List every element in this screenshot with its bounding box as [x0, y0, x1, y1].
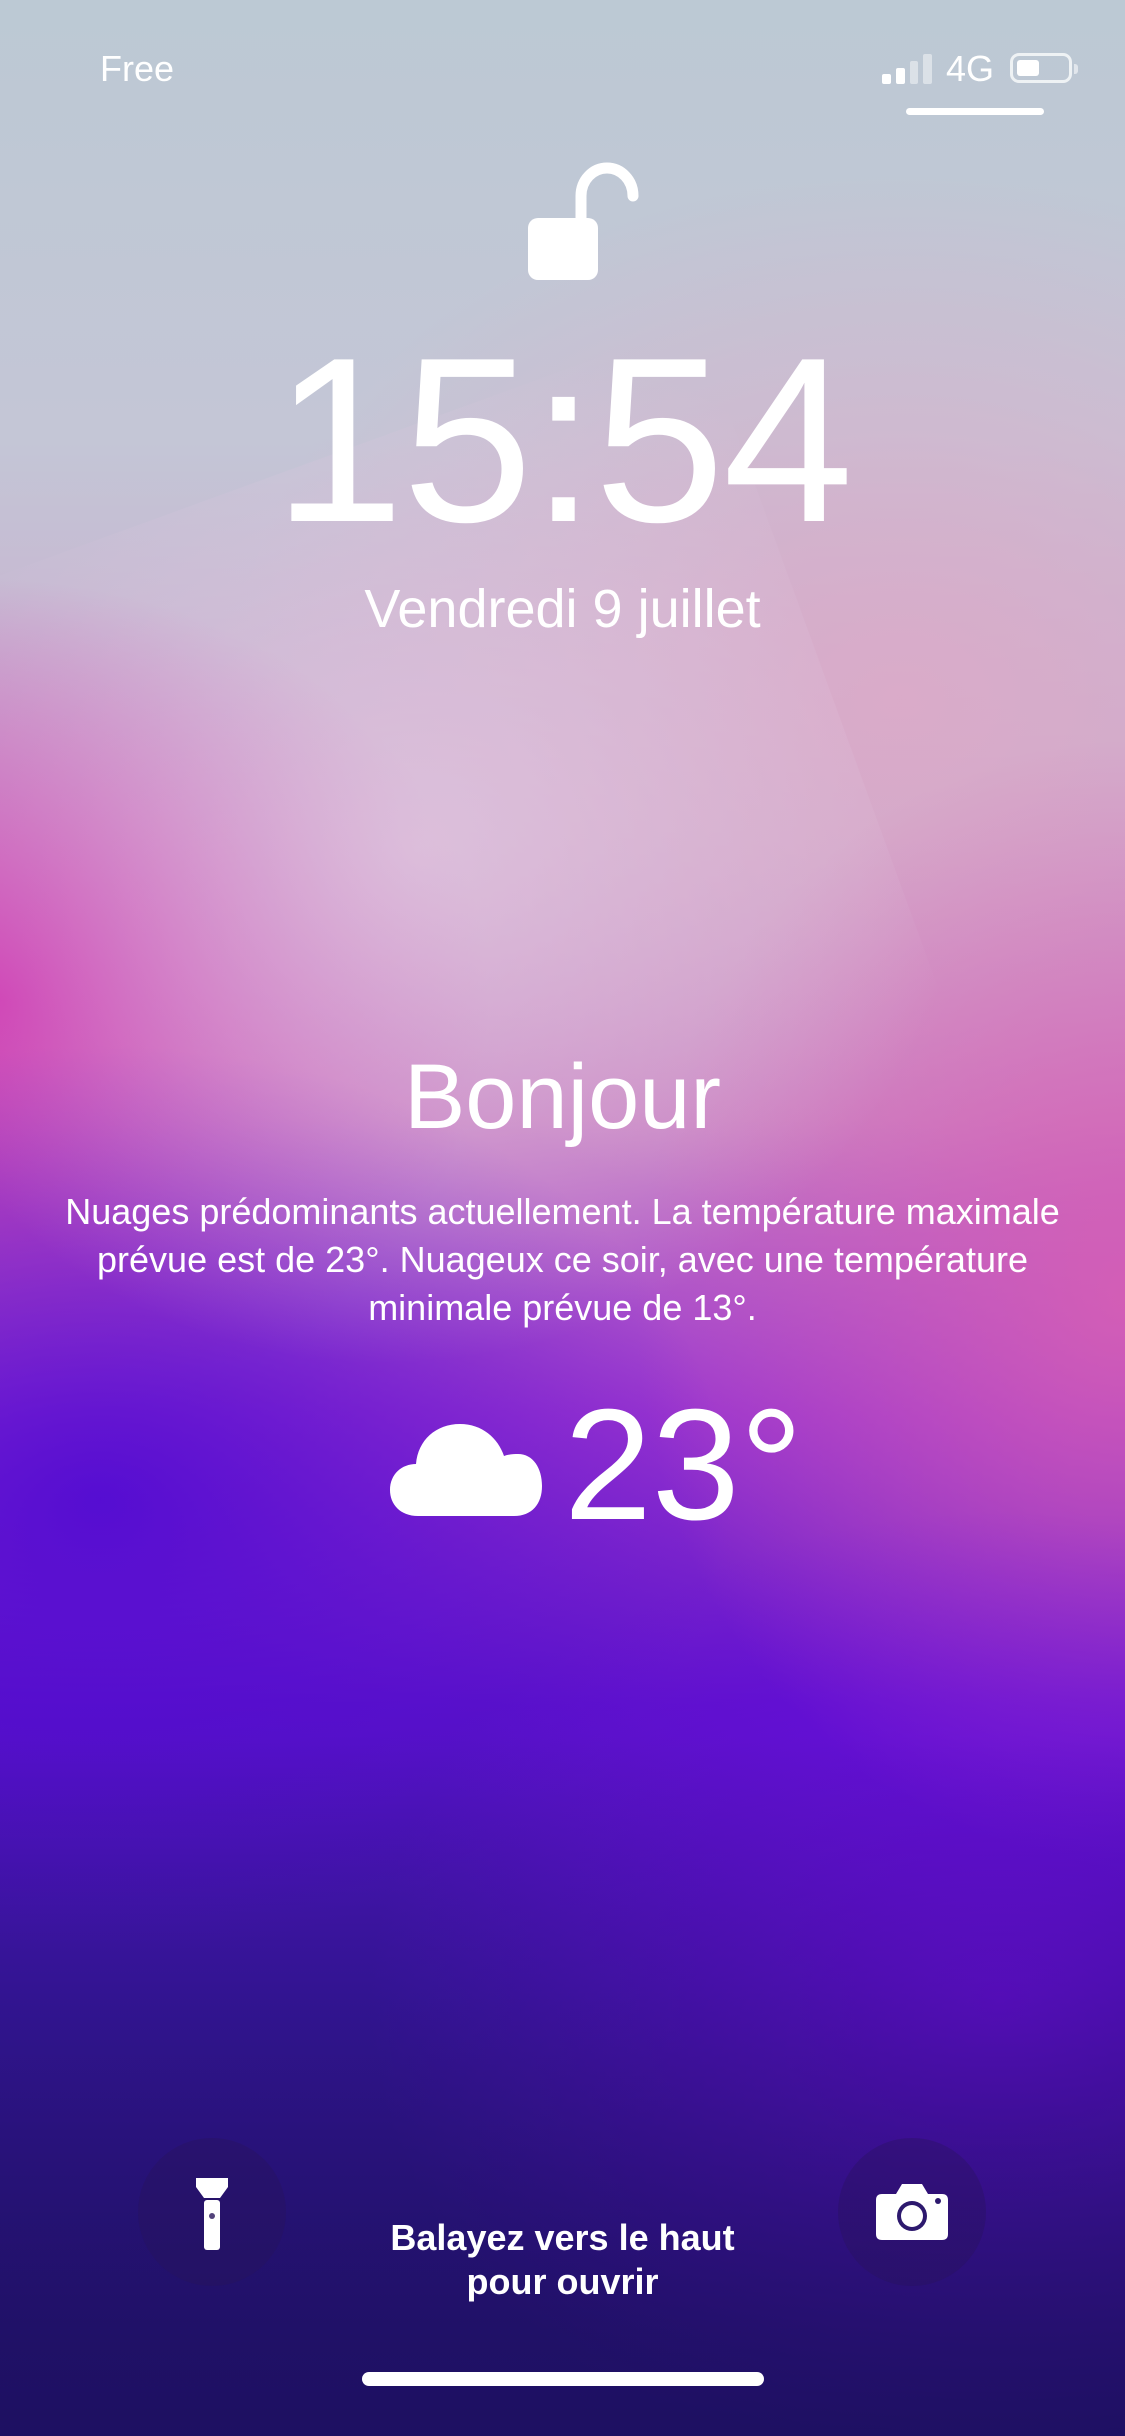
- home-indicator[interactable]: [362, 2372, 764, 2386]
- swipe-up-hint: Balayez vers le haut pour ouvrir: [0, 2216, 1125, 2304]
- carrier-name: Free: [100, 48, 175, 89]
- current-temperature: 23°: [564, 1377, 803, 1553]
- cloud-icon: [390, 1424, 542, 1516]
- clock-date: Vendredi 9 juillet: [364, 579, 761, 639]
- status-bar: Free 4G: [0, 0, 1125, 130]
- network-type: 4G: [946, 48, 995, 89]
- control-center-indicator[interactable]: [906, 108, 1044, 115]
- lock-screen[interactable]: Free 4G 15:54 Vendredi 9 juillet Bonjour…: [0, 0, 1125, 2436]
- swipe-hint-line-2: pour ouvrir: [466, 2261, 659, 2302]
- weather-greeting: Bonjour: [403, 1046, 722, 1148]
- swipe-hint-line-1: Balayez vers le haut: [390, 2217, 735, 2258]
- weather-widget[interactable]: 23°: [0, 1380, 1125, 1550]
- cellular-signal-icon: [882, 52, 932, 84]
- unlocked-padlock-icon: [528, 162, 639, 280]
- wallpaper-shade: [0, 1736, 1125, 2436]
- battery-level: [1017, 60, 1039, 76]
- clock-time: 15:54: [273, 308, 853, 571]
- weather-summary: Nuages prédominants actuellement. La tem…: [65, 1191, 1060, 1328]
- battery-icon: [1010, 53, 1078, 83]
